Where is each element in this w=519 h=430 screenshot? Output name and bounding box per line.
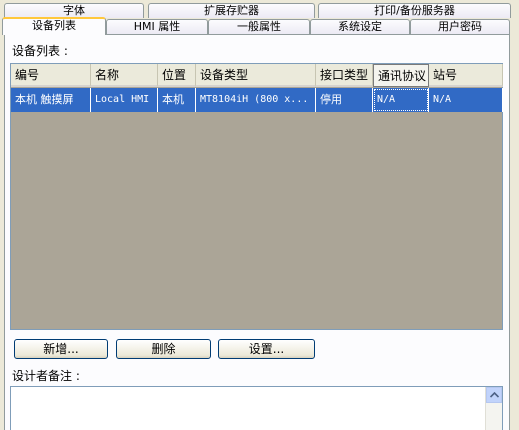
delete-device-button[interactable]: 删除 xyxy=(116,339,211,359)
designer-notes-label: 设计者备注 : xyxy=(12,369,80,383)
device-settings-button[interactable]: 设置... xyxy=(218,339,315,359)
device-list-grid[interactable]: 编号 名称 位置 设备类型 接口类型 通讯协议 站号 本机 触摸屏 Local … xyxy=(10,63,503,330)
tab-device-list[interactable]: 设备列表 xyxy=(2,17,106,35)
tab-general-properties[interactable]: 一般属性 xyxy=(208,19,310,34)
notes-scrollbar[interactable] xyxy=(485,387,502,430)
column-header-device-type[interactable]: 设备类型 xyxy=(196,64,316,87)
column-header-interface-type[interactable]: 接口类型 xyxy=(316,64,373,87)
tab-user-password[interactable]: 用户密码 xyxy=(410,19,510,34)
tab-font[interactable]: 字体 xyxy=(4,3,144,18)
cell-interface-type: 停用 xyxy=(316,88,373,112)
tab-hmi-properties[interactable]: HMI 属性 xyxy=(106,19,208,34)
cell-protocol: N/A xyxy=(373,88,429,112)
tab-print-backup-server[interactable]: 打印/备份服务器 xyxy=(318,3,511,18)
device-list-label: 设备列表 : xyxy=(12,44,68,58)
cell-number: 本机 触摸屏 xyxy=(11,88,91,112)
cell-station: N/A xyxy=(429,88,503,112)
cell-name: Local HMI xyxy=(91,88,158,112)
tab-row-bottom: 设备列表 HMI 属性 一般属性 系统设定 用户密码 xyxy=(0,17,519,35)
cell-device-type: MT8104iH (800 x... xyxy=(196,88,316,112)
scroll-up-button[interactable] xyxy=(486,387,502,403)
designer-notes-field[interactable] xyxy=(10,386,503,430)
tab-system-settings[interactable]: 系统设定 xyxy=(310,19,410,34)
column-header-protocol[interactable]: 通讯协议 xyxy=(373,64,429,87)
cell-location: 本机 xyxy=(158,88,196,112)
add-device-button[interactable]: 新增... xyxy=(14,339,108,359)
column-header-location[interactable]: 位置 xyxy=(158,64,196,87)
tab-extended-memory[interactable]: 扩展存贮器 xyxy=(148,3,315,18)
column-header-name[interactable]: 名称 xyxy=(91,64,158,87)
column-header-number[interactable]: 编号 xyxy=(11,64,91,87)
column-header-station[interactable]: 站号 xyxy=(429,64,503,87)
arrow-up-icon xyxy=(490,392,499,398)
